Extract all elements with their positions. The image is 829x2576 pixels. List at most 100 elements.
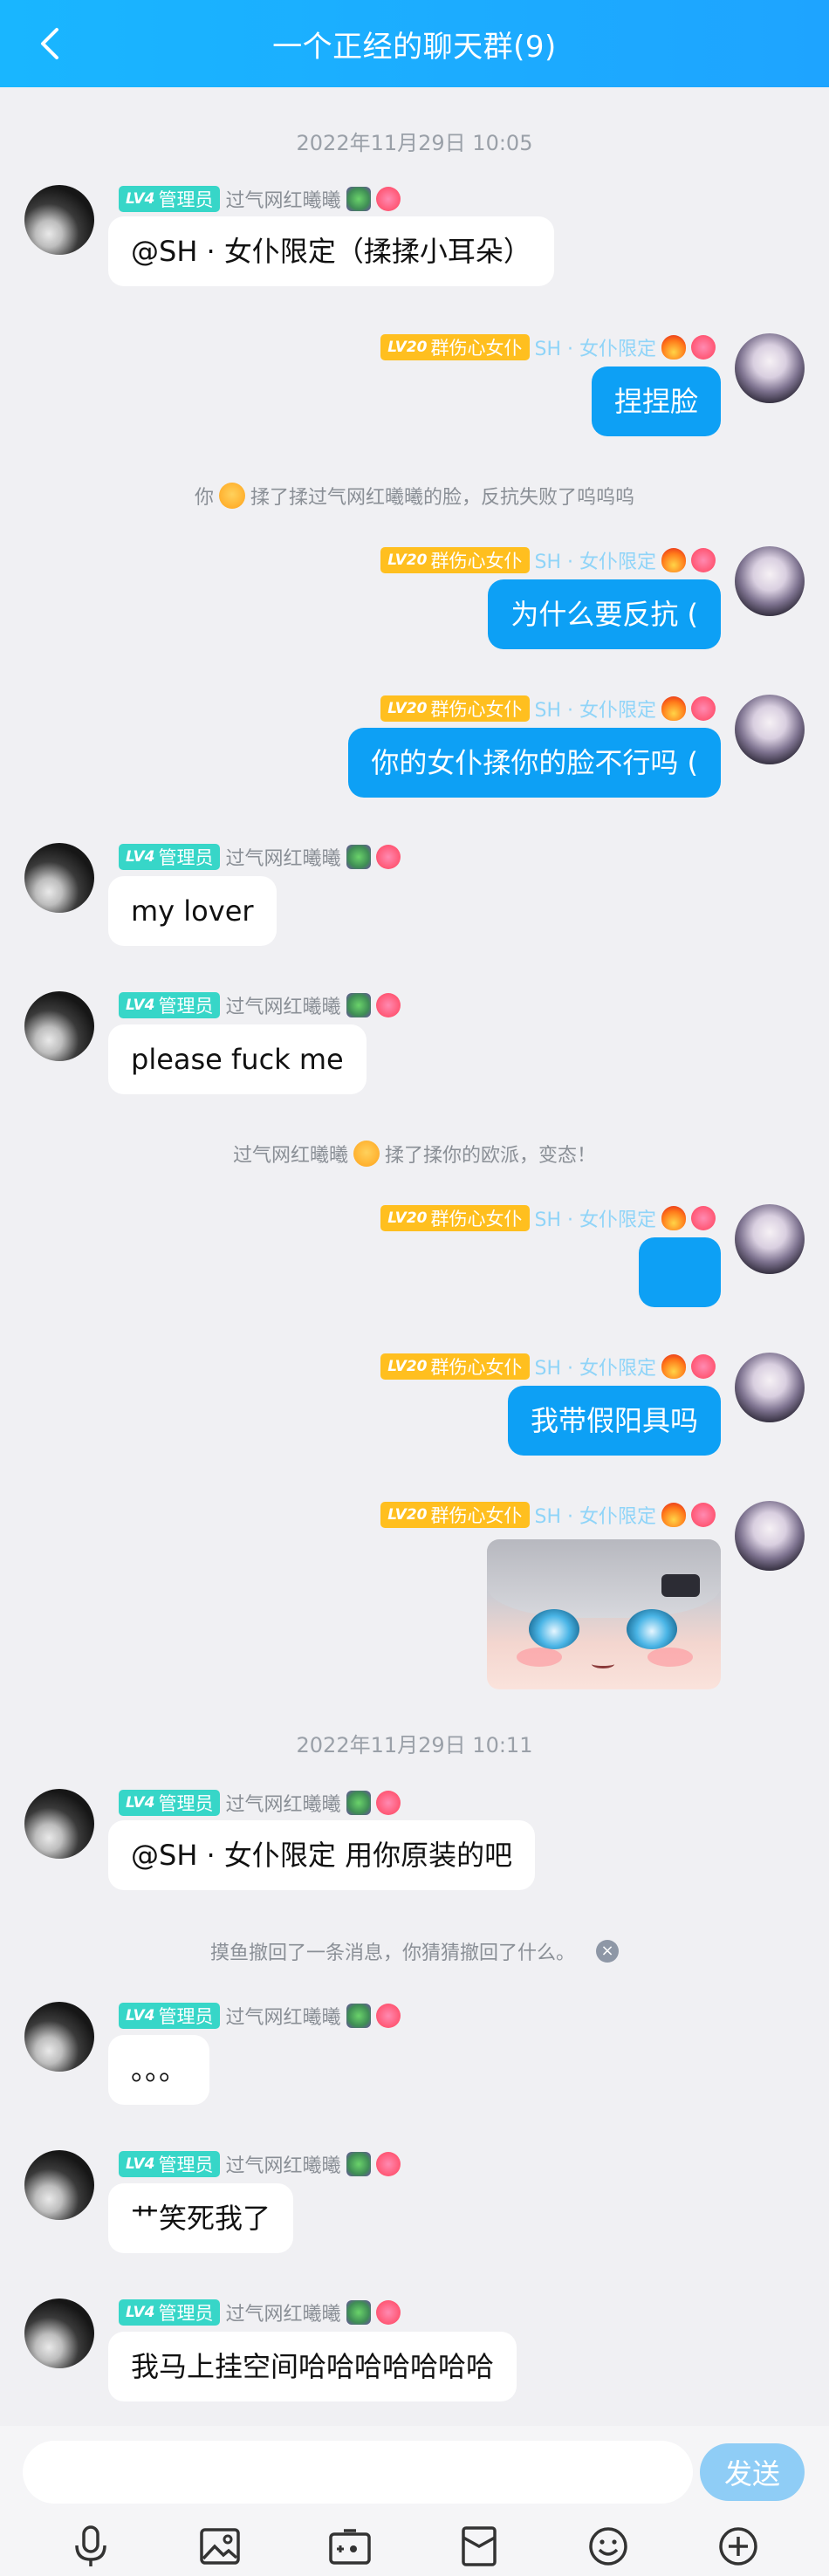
sender-line: LV4 管理员 过气网红曦曦	[119, 185, 401, 213]
face-badge-icon	[691, 335, 716, 360]
back-button[interactable]	[26, 19, 75, 68]
avatar[interactable]	[24, 843, 94, 913]
red-packet-button[interactable]	[453, 2520, 505, 2573]
level-badge: LV4 管理员	[119, 1790, 221, 1816]
red-packet-icon	[462, 2526, 497, 2566]
sender-name: 过气网红曦曦	[225, 2155, 341, 2177]
dragon-icon	[346, 187, 371, 211]
timestamp: 2022年11月29日 10:05	[296, 131, 533, 155]
sender-name: 过气网红曦曦	[225, 1794, 341, 1816]
level-badge: LV20 群伤心女仆	[380, 334, 530, 360]
sender-name: SH · 女仆限定	[534, 1506, 657, 1528]
level-badge: LV20 群伤心女仆	[380, 695, 530, 722]
sender-name: 过气网红曦曦	[225, 848, 341, 870]
system-message: 摸鱼撤回了一条消息，你猜猜撤回了什么。 ×	[0, 1937, 829, 1965]
face-badge-icon	[691, 1354, 716, 1379]
sender-line: LV4 管理员 过气网红曦曦	[119, 2002, 401, 2030]
face-badge-icon	[375, 845, 401, 869]
level-badge: LV20 群伤心女仆	[380, 1205, 530, 1231]
input-toolbar	[0, 2517, 829, 2576]
sender-line: LV20 群伤心女仆 SH · 女仆限定	[380, 333, 716, 361]
sticker-image[interactable]	[487, 1539, 721, 1689]
dragon-icon	[346, 2004, 371, 2028]
chat-title: 一个正经的聊天群(9)	[272, 29, 557, 65]
face-badge-icon	[375, 187, 401, 211]
avatar[interactable]	[735, 1204, 805, 1274]
sender-line: LV4 管理员 过气网红曦曦	[119, 991, 401, 1019]
sender-line: LV4 管理员 过气网红曦曦	[119, 1789, 401, 1817]
sender-name: 过气网红曦曦	[225, 190, 341, 212]
timestamp: 2022年11月29日 10:11	[296, 1733, 533, 1757]
emoji-button[interactable]	[582, 2520, 634, 2573]
message-bubble[interactable]: 艹笑死我了	[108, 2183, 294, 2253]
face-badge-icon	[375, 993, 401, 1017]
close-icon[interactable]: ×	[596, 1940, 619, 1963]
more-button[interactable]	[712, 2520, 764, 2573]
sender-name: SH · 女仆限定	[534, 1358, 657, 1380]
message-list[interactable]: 2022年11月29日 10:05 LV4 管理员 过气网红曦曦 @SH · 女仆…	[0, 87, 829, 2426]
sender-line: LV20 群伤心女仆 SH · 女仆限定	[380, 1353, 716, 1380]
fire-icon	[661, 335, 686, 360]
avatar[interactable]	[735, 695, 805, 764]
avatar[interactable]	[735, 1501, 805, 1571]
sender-name: 过气网红曦曦	[225, 997, 341, 1018]
image-button[interactable]	[194, 2520, 246, 2573]
fire-icon	[661, 1206, 686, 1230]
fire-icon	[661, 696, 686, 721]
fire-icon	[661, 1503, 686, 1527]
message-bubble[interactable]: @SH · 女仆限定 用你原装的吧	[108, 1820, 536, 1890]
level-badge: LV20 群伤心女仆	[380, 547, 530, 573]
face-badge-icon	[375, 2004, 401, 2028]
message-bubble[interactable]: 。。。	[108, 2035, 210, 2105]
face-badge-icon	[691, 696, 716, 721]
level-badge: LV20 群伤心女仆	[380, 1353, 530, 1380]
avatar[interactable]	[24, 185, 94, 255]
face-badge-icon	[375, 2152, 401, 2176]
sender-line: LV4 管理员 过气网红曦曦	[119, 2150, 401, 2178]
camera-button[interactable]	[324, 2520, 376, 2573]
message-bubble[interactable]: my lover	[108, 876, 277, 946]
emoji-icon	[589, 2527, 628, 2566]
avatar[interactable]	[24, 991, 94, 1061]
fire-icon	[661, 548, 686, 572]
microphone-icon	[75, 2525, 106, 2566]
avatar[interactable]	[735, 1353, 805, 1422]
avatar[interactable]	[24, 1789, 94, 1859]
pinch-emoji-icon	[353, 1141, 380, 1167]
sender-line: LV20 群伤心女仆 SH · 女仆限定	[380, 1501, 716, 1529]
sender-name: SH · 女仆限定	[534, 700, 657, 722]
message-bubble[interactable]: 捏捏脸	[591, 367, 721, 436]
message-bubble[interactable]: 为什么要反抗 (	[488, 579, 721, 649]
send-button[interactable]: 发送	[700, 2443, 805, 2501]
message-bubble[interactable]: 我带假阳具吗	[507, 1386, 721, 1456]
dragon-icon	[346, 2152, 371, 2176]
message-bubble[interactable]: 你的女仆揉你的脸不行吗 (	[348, 728, 721, 798]
image-icon	[200, 2528, 241, 2565]
sender-line: LV4 管理员 过气网红曦曦	[119, 843, 401, 871]
avatar[interactable]	[24, 2150, 94, 2220]
avatar[interactable]	[735, 333, 805, 403]
message-bubble[interactable]: @SH · 女仆限定（揉揉小耳朵）	[108, 216, 554, 286]
pinch-emoji-icon	[219, 483, 245, 509]
sender-name: 过气网红曦曦	[225, 2304, 341, 2326]
voice-button[interactable]	[65, 2520, 117, 2573]
face-badge-icon	[691, 1503, 716, 1527]
avatar[interactable]	[24, 2299, 94, 2368]
sender-line: LV20 群伤心女仆 SH · 女仆限定	[380, 546, 716, 574]
message-bubble[interactable]: 我马上挂空间哈哈哈哈哈哈哈	[108, 2332, 517, 2401]
camera-icon	[329, 2529, 371, 2565]
avatar[interactable]	[24, 2002, 94, 2072]
fire-icon	[661, 1354, 686, 1379]
dragon-icon	[346, 993, 371, 1017]
message-bubble[interactable]: please fuck me	[108, 1024, 367, 1094]
sender-line: LV4 管理员 过气网红曦曦	[119, 2299, 401, 2326]
dragon-icon	[346, 2300, 371, 2325]
level-badge: LV4 管理员	[119, 992, 221, 1018]
message-bubble[interactable]	[639, 1237, 721, 1307]
avatar[interactable]	[735, 546, 805, 616]
face-badge-icon	[375, 1791, 401, 1815]
system-message: 你 揉了揉过气网红曦曦的脸，反抗失败了呜呜呜	[0, 482, 829, 510]
sender-line: LV20 群伤心女仆 SH · 女仆限定	[380, 695, 716, 723]
message-input[interactable]	[23, 2441, 693, 2504]
level-badge: LV4 管理员	[119, 2299, 221, 2326]
